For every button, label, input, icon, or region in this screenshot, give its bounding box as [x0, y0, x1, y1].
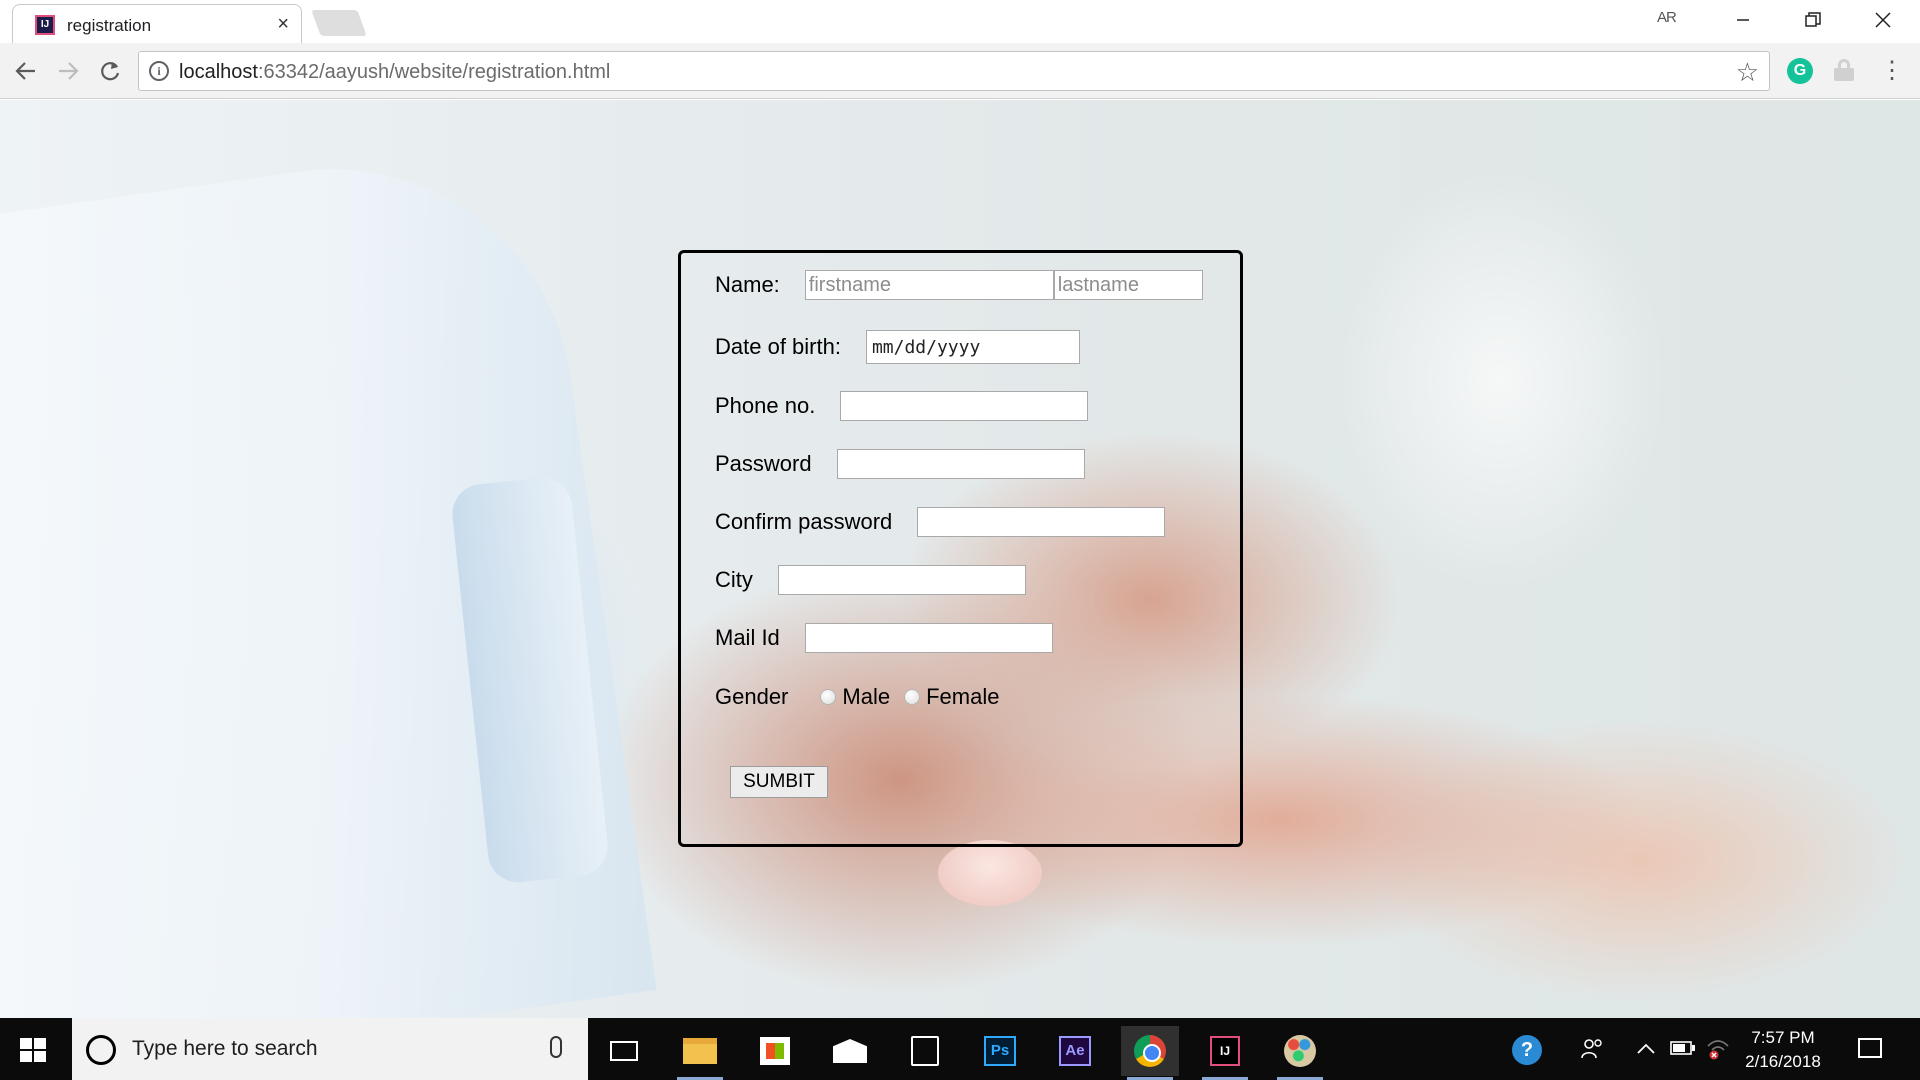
windows-start-icon[interactable] — [20, 1038, 46, 1062]
password-label: Password — [715, 451, 812, 476]
phone-input[interactable] — [840, 391, 1089, 421]
tab-close-icon[interactable]: × — [277, 13, 289, 36]
url-host: localhost — [179, 61, 258, 83]
clock-time: 7:57 PM — [1751, 1028, 1815, 1047]
mail-label: Mail Id — [715, 625, 780, 650]
taskbar-paint[interactable] — [1271, 1026, 1329, 1080]
intellij-favicon-icon: IJ — [35, 15, 55, 35]
taskbar-search-placeholder: Type here to search — [132, 1037, 318, 1060]
lock-extension-icon[interactable] — [1834, 59, 1854, 81]
background-hand-image — [938, 840, 1042, 906]
taskbar-store[interactable] — [746, 1026, 804, 1076]
dob-row: Date of birth: mm/dd/yyyy — [715, 330, 1080, 364]
browser-menu-icon[interactable]: ⋮ — [1880, 56, 1904, 86]
restore-button[interactable] — [1788, 4, 1838, 36]
minimize-icon — [1737, 19, 1749, 21]
tab-registration[interactable]: IJ registration × — [12, 4, 302, 43]
city-label: City — [715, 567, 753, 592]
store-icon — [760, 1037, 790, 1065]
city-input[interactable] — [777, 565, 1026, 595]
url-text[interactable]: localhost:63342/aayush/website/registrat… — [179, 61, 610, 84]
mail-input[interactable] — [804, 623, 1053, 653]
new-tab-button[interactable] — [311, 10, 367, 36]
taskbar-photoshop[interactable]: Ps — [971, 1026, 1029, 1076]
bookmark-star-icon[interactable]: ☆ — [1736, 57, 1759, 88]
gender-male-label: Male — [842, 684, 891, 709]
submit-button[interactable]: SUMBIT — [730, 766, 828, 798]
city-row: City — [715, 565, 1026, 595]
url-path: :63342/aayush/website/registration.html — [257, 61, 611, 83]
taskbar-after-effects[interactable]: Ae — [1046, 1026, 1104, 1076]
confirm-password-input[interactable] — [917, 507, 1166, 537]
taskbar-clock[interactable]: 7:57 PM 2/16/2018 — [1738, 1026, 1828, 1074]
taskbar-search-box[interactable]: Type here to search — [72, 1018, 588, 1080]
password-row: Password — [715, 449, 1085, 479]
gender-female-label: Female — [926, 684, 1000, 709]
people-icon[interactable] — [1580, 1038, 1604, 1066]
after-effects-icon: Ae — [1059, 1036, 1091, 1066]
forward-arrow-icon[interactable] — [52, 55, 84, 87]
gender-female-radio[interactable] — [904, 689, 921, 705]
taskbar-chrome[interactable] — [1121, 1026, 1179, 1080]
profile-badge[interactable]: AR — [1657, 9, 1677, 26]
taskbar-phone-app[interactable] — [896, 1026, 954, 1076]
registration-form: Name: Date of birth: mm/dd/yyyy Phone no… — [678, 250, 1243, 847]
cortana-icon[interactable] — [86, 1035, 116, 1065]
phone-row: Phone no. — [715, 391, 1089, 421]
password-input[interactable] — [836, 449, 1085, 479]
taskbar-mail[interactable] — [821, 1026, 879, 1076]
file-explorer-icon — [683, 1038, 717, 1064]
microphone-icon[interactable] — [550, 1036, 562, 1058]
action-center-icon[interactable] — [1858, 1038, 1882, 1058]
minimize-button[interactable] — [1718, 4, 1768, 36]
gender-male-radio[interactable] — [820, 689, 837, 705]
mail-icon — [833, 1039, 867, 1063]
phone-label: Phone no. — [715, 393, 816, 418]
gender-row: Gender Male Female — [715, 684, 999, 710]
gender-label: Gender — [715, 684, 789, 709]
restore-icon — [1805, 12, 1821, 27]
browser-toolbar: i localhost:63342/aayush/website/registr… — [0, 43, 1920, 99]
phone-app-icon — [911, 1036, 939, 1066]
browser-tab-strip: IJ registration × AR — [0, 0, 1920, 43]
grammarly-extension-icon[interactable]: G — [1787, 58, 1813, 84]
taskbar-file-explorer[interactable] — [671, 1026, 729, 1080]
firstname-input[interactable] — [804, 270, 1054, 300]
name-label: Name: — [715, 272, 780, 297]
windows-taskbar: Type here to search Ps Ae IJ ? 7:57 PM 2… — [0, 1018, 1920, 1080]
close-window-button[interactable] — [1858, 4, 1908, 36]
confirm-password-row: Confirm password — [715, 507, 1166, 537]
photoshop-icon: Ps — [984, 1036, 1016, 1066]
paint-palette-icon — [1284, 1035, 1316, 1067]
reload-icon[interactable] — [94, 55, 126, 87]
chrome-icon — [1134, 1035, 1166, 1067]
taskbar-intellij[interactable]: IJ — [1196, 1026, 1254, 1080]
clock-date: 2/16/2018 — [1745, 1052, 1821, 1071]
dob-label: Date of birth: — [715, 334, 841, 359]
battery-icon[interactable] — [1670, 1038, 1696, 1061]
task-view-icon — [610, 1041, 638, 1061]
chevron-up-icon[interactable] — [1637, 1038, 1655, 1061]
intellij-icon: IJ — [1210, 1036, 1240, 1066]
help-icon[interactable]: ? — [1512, 1035, 1542, 1065]
back-arrow-icon[interactable] — [10, 55, 42, 87]
wifi-disconnected-icon[interactable] — [1706, 1038, 1730, 1066]
tab-title: registration — [67, 16, 152, 35]
page-viewport: Name: Date of birth: mm/dd/yyyy Phone no… — [0, 100, 1920, 1018]
name-row: Name: — [715, 270, 1203, 300]
task-view-button[interactable] — [595, 1026, 653, 1076]
mail-row: Mail Id — [715, 623, 1053, 653]
address-bar[interactable]: i localhost:63342/aayush/website/registr… — [138, 51, 1770, 91]
confirm-password-label: Confirm password — [715, 509, 893, 534]
close-icon — [1875, 12, 1891, 28]
dob-input[interactable]: mm/dd/yyyy — [865, 330, 1080, 364]
lastname-input[interactable] — [1053, 270, 1203, 300]
site-info-icon[interactable]: i — [149, 61, 169, 81]
